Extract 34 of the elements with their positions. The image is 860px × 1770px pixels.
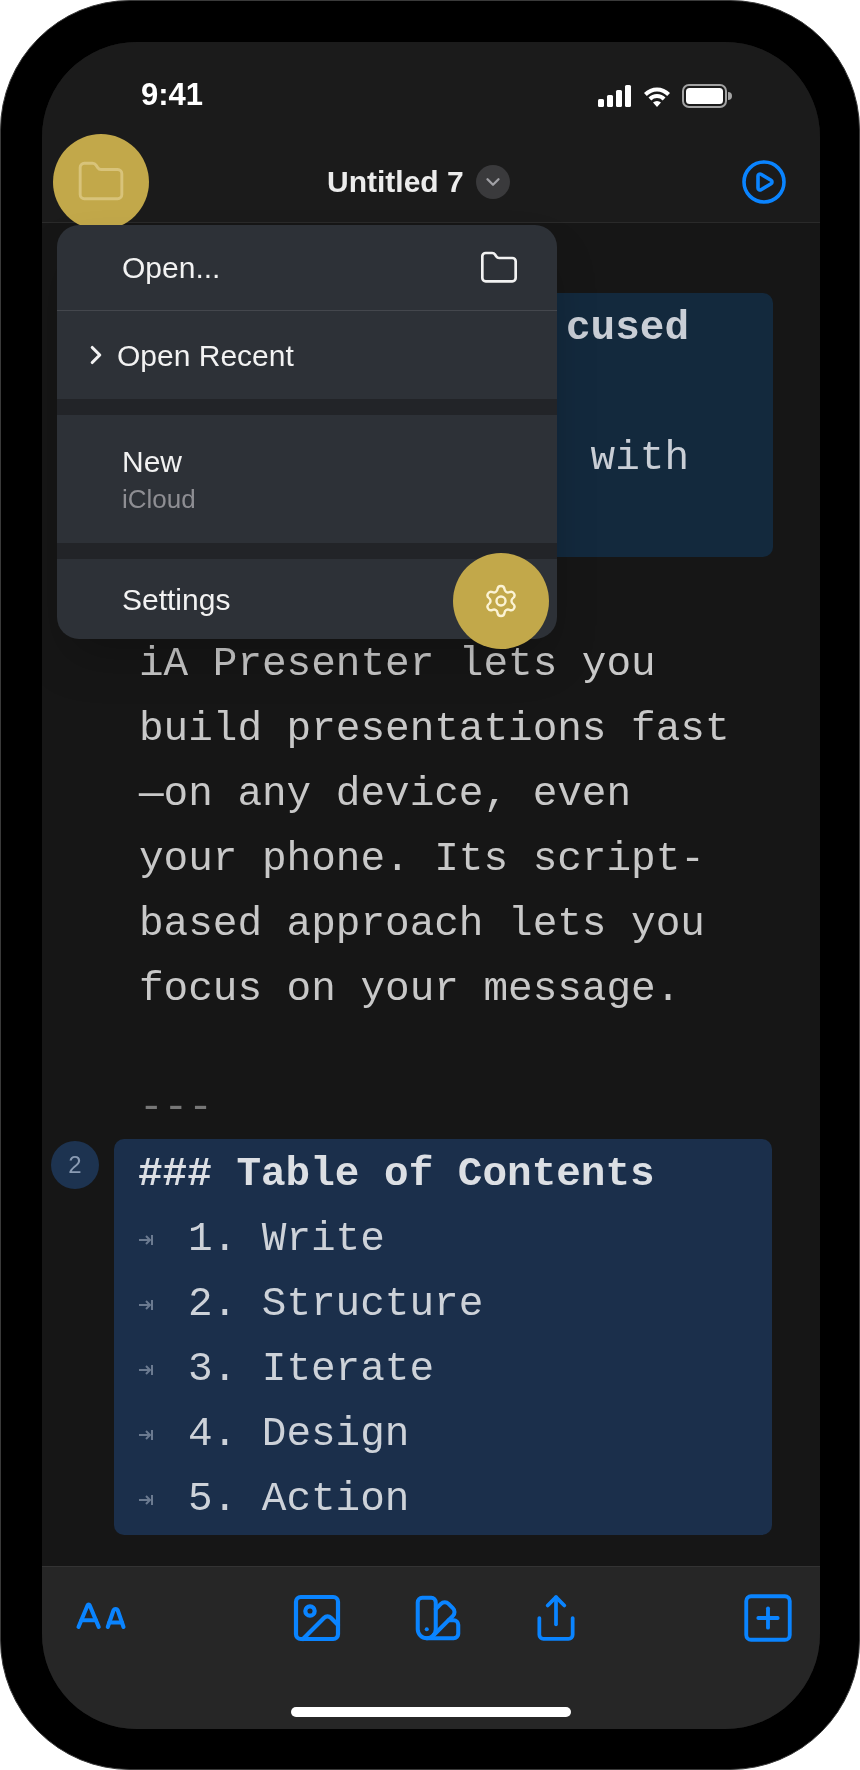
title-menu-button[interactable]: [475, 164, 510, 199]
separator-text: ---: [139, 1083, 213, 1133]
menu-item[interactable]: Open Recent: [57, 311, 557, 399]
paragraph-line: based approach lets you: [139, 900, 706, 949]
wifi-icon: [642, 84, 672, 107]
list-item: 3. Iterate: [188, 1345, 435, 1394]
signal-icon: [598, 84, 632, 107]
tab-icon: [138, 1492, 154, 1507]
list-item: 1. Write: [188, 1215, 385, 1264]
slide-heading: ### Table of Contents: [138, 1150, 656, 1199]
play-icon[interactable]: [740, 157, 788, 206]
paragraph-line: iA Presenter lets you: [139, 640, 657, 689]
tab-icon: [138, 1297, 154, 1312]
paragraph-line: focus on your message.: [139, 965, 682, 1014]
paragraph-line: —on any device, even: [139, 770, 633, 819]
list-item: 5. Action: [188, 1475, 410, 1524]
tab-icon: [138, 1232, 154, 1247]
list-item: 4. Design: [188, 1410, 410, 1459]
slide-text: cused: [565, 304, 689, 353]
paragraph-line: build presentations fast: [139, 705, 731, 754]
paragraph-line: your phone. Its script-: [139, 835, 706, 884]
menu-item[interactable]: New iCloud: [57, 415, 557, 543]
document-title[interactable]: Untitled 7: [327, 159, 464, 204]
tab-icon: [138, 1362, 154, 1377]
list-item: 2. Structure: [188, 1280, 484, 1329]
battery-icon: [682, 83, 732, 108]
menu-item-label: New: [122, 444, 183, 480]
slide-text: with: [590, 434, 689, 483]
status-time: 9:41: [141, 76, 204, 115]
menu-item-subtitle: iCloud: [122, 483, 197, 516]
slide-number-badge: 2: [51, 1141, 99, 1189]
menu-item[interactable]: Settings: [122, 576, 231, 622]
settings-icon: [483, 583, 519, 619]
tab-icon: [138, 1427, 154, 1442]
